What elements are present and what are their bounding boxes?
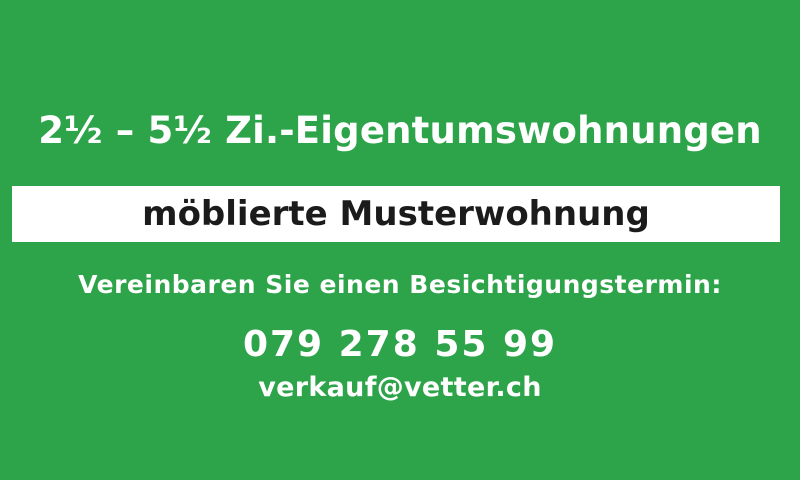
banner: möblierte Musterwohnung (12, 186, 780, 242)
phone-number: 079 278 55 99 (242, 324, 558, 365)
appointment-prompt: Vereinbaren Sie einen Besichtigungstermi… (78, 270, 722, 299)
headline: 2½ – 5½ Zi.-Eigentumswohnungen (38, 109, 762, 152)
advertisement-sign: 2½ – 5½ Zi.-Eigentumswohnungen möblierte… (0, 0, 800, 480)
email-address: verkauf@vetter.ch (258, 372, 542, 403)
banner-text: möblierte Musterwohnung (142, 194, 650, 234)
